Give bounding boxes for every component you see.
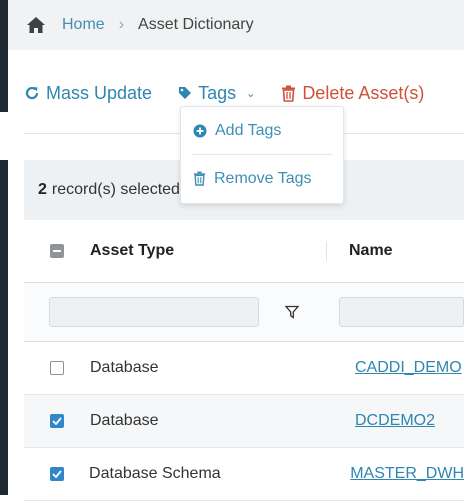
delete-assets-label: Delete Asset(s) (302, 83, 424, 104)
header-checkbox-cell (24, 244, 90, 258)
left-rail-notch (0, 112, 8, 160)
asset-type-cell: Database (90, 412, 355, 430)
header-cell-asset-type[interactable]: Asset Type (90, 242, 326, 260)
mass-update-label: Mass Update (46, 83, 152, 104)
filter-icon[interactable] (285, 305, 299, 319)
row-checkbox-cell (24, 414, 90, 428)
row-checkbox[interactable] (50, 361, 64, 375)
table-header: Asset Type Name (24, 220, 464, 283)
trash-icon (281, 85, 296, 102)
asset-table: Asset Type Name Database CADDI_DEMO Data… (24, 220, 464, 501)
select-all-checkbox[interactable] (50, 244, 64, 258)
column-separator[interactable] (326, 241, 327, 261)
remove-tags-label: Remove Tags (214, 170, 312, 188)
chevron-down-icon: ⌄ (246, 87, 255, 100)
asset-name-link[interactable]: MASTER_DWH (350, 465, 464, 483)
asset-name-link[interactable]: DCDEMO2 (355, 412, 435, 430)
row-checkbox-cell (24, 467, 89, 481)
add-tags-menu-item[interactable]: Add Tags (181, 107, 343, 154)
toolbar: Mass Update Tags ⌄ Delete Asset(s) (24, 80, 424, 106)
trash-icon (193, 171, 206, 186)
breadcrumb-separator: › (119, 16, 124, 34)
row-checkbox[interactable] (50, 467, 64, 481)
left-nav-rail (0, 0, 8, 495)
remove-tags-menu-item[interactable]: Remove Tags (181, 155, 343, 202)
tags-button[interactable]: Tags ⌄ (178, 83, 255, 104)
mass-update-button[interactable]: Mass Update (24, 83, 152, 104)
tag-icon (178, 86, 192, 100)
table-row[interactable]: Database DCDEMO2 (24, 395, 464, 448)
tags-label: Tags (198, 83, 236, 104)
row-checkbox-cell (24, 361, 90, 375)
tags-dropdown-menu: Add Tags Remove Tags (180, 106, 344, 204)
delete-assets-button[interactable]: Delete Asset(s) (281, 83, 424, 104)
selected-count: 2 (38, 181, 47, 199)
asset-type-cell: Database (90, 359, 355, 377)
refresh-icon (24, 85, 40, 101)
asset-name-link[interactable]: CADDI_DEMO (355, 359, 462, 377)
table-row[interactable]: Database Schema MASTER_DWH (24, 448, 464, 501)
row-checkbox[interactable] (50, 414, 64, 428)
asset-type-filter-input[interactable] (49, 297, 259, 327)
header-cell-name[interactable]: Name (349, 242, 393, 260)
asset-type-cell: Database Schema (89, 465, 350, 483)
add-tags-label: Add Tags (215, 122, 281, 140)
filter-row (24, 283, 464, 342)
home-icon[interactable] (26, 16, 46, 34)
plus-circle-icon (193, 124, 207, 138)
breadcrumb: Home › Asset Dictionary (8, 0, 464, 50)
breadcrumb-home-link[interactable]: Home (62, 16, 105, 34)
selected-text: record(s) selected (52, 181, 180, 199)
column-header-name: Name (349, 242, 393, 259)
name-filter-input[interactable] (339, 297, 464, 327)
table-row[interactable]: Database CADDI_DEMO (24, 342, 464, 395)
breadcrumb-current: Asset Dictionary (138, 16, 254, 34)
column-header-asset-type: Asset Type (90, 242, 174, 259)
